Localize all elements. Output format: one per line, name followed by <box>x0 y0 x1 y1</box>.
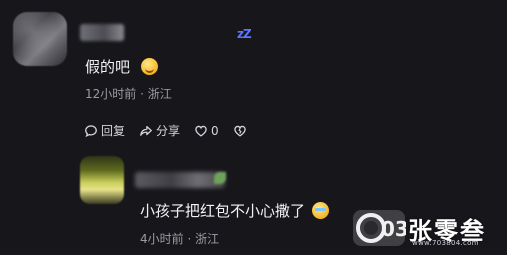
username-blurred[interactable] <box>135 172 225 188</box>
dislike-button[interactable] <box>233 124 247 138</box>
reply-label: 回复 <box>101 124 126 138</box>
username-blurred[interactable] <box>80 24 124 41</box>
broken-heart-icon <box>233 125 246 137</box>
badge-leaf-icon <box>214 172 226 184</box>
avatar[interactable] <box>13 12 67 66</box>
reply-button[interactable]: 回复 <box>84 122 125 139</box>
comment-text: 假的吧 <box>85 56 158 77</box>
heart-icon <box>195 125 207 137</box>
comment-text-label: 假的吧 <box>85 58 131 76</box>
comment-text-label: 小孩子把红包不小心撒了 <box>140 202 306 220</box>
comment-meta: 4小时前 · 浙江 <box>140 232 220 246</box>
share-label: 分享 <box>156 124 181 138</box>
watermark-logo-text: 03 <box>381 217 406 241</box>
smiling-face-emoji-icon <box>140 58 158 75</box>
avatar[interactable] <box>80 156 124 204</box>
share-button[interactable]: 分享 <box>139 122 180 139</box>
sleep-status-icon: zZ <box>237 27 252 41</box>
comment-text: 小孩子把红包不小心撒了 <box>140 200 329 221</box>
share-arrow-icon <box>140 125 152 136</box>
watermark-url: www.703804.com <box>412 239 479 247</box>
crying-laughing-emoji-icon <box>311 202 329 219</box>
like-button[interactable]: 0 <box>194 124 219 138</box>
like-count: 0 <box>211 123 219 138</box>
comment-bubble-icon <box>85 124 97 137</box>
comment-meta: 12小时前 · 浙江 <box>85 87 172 101</box>
comment-actions: 回复 分享 0 <box>84 122 247 139</box>
watermark: 03 张零叁 www.703804.com <box>352 208 502 252</box>
watermark-logo-icon: 03 <box>353 210 406 246</box>
